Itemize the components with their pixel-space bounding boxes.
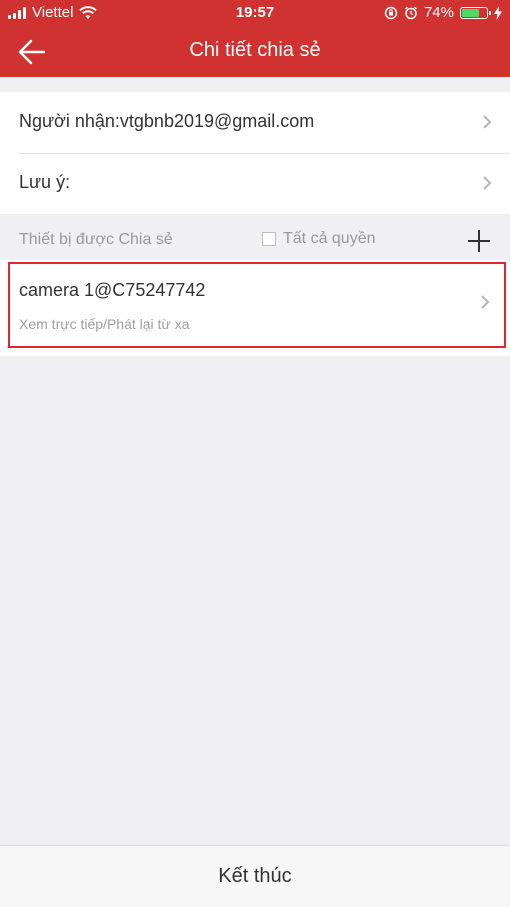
checkbox-icon[interactable] xyxy=(262,232,276,246)
recipient-label: Người nhận:vtgbnb2019@gmail.com xyxy=(19,111,315,131)
share-info-section: Người nhận:vtgbnb2019@gmail.com Lưu ý: xyxy=(0,92,510,214)
chevron-right-icon xyxy=(483,176,492,190)
recipient-row[interactable]: Người nhận:vtgbnb2019@gmail.com xyxy=(0,92,510,153)
all-permissions-label: Tất cả quyền xyxy=(283,230,376,247)
device-list: camera 1@C75247742 Xem trực tiếp/Phát lạ… xyxy=(0,260,510,356)
plus-icon xyxy=(468,230,490,252)
battery-icon xyxy=(460,6,491,19)
battery-fill xyxy=(462,8,479,17)
devices-section-header: Thiết bị được Chia sẻ Tất cả quyền xyxy=(0,222,510,260)
devices-section-label: Thiết bị được Chia sẻ xyxy=(19,231,173,248)
page-title: Chi tiết chia sẻ xyxy=(189,39,321,61)
alarm-icon xyxy=(404,6,417,19)
all-permissions-checkbox[interactable]: Tất cả quyền xyxy=(262,230,376,248)
device-item[interactable]: camera 1@C75247742 Xem trực tiếp/Phát lạ… xyxy=(8,262,506,348)
device-permissions: Xem trực tiếp/Phát lại từ xa xyxy=(19,316,190,332)
device-name: camera 1@C75247742 xyxy=(19,280,206,300)
note-label: Lưu ý: xyxy=(19,172,71,192)
add-device-button[interactable] xyxy=(466,228,492,254)
battery-percent: 74% xyxy=(423,4,454,21)
finish-label: Kết thúc xyxy=(218,865,292,887)
app-header: Viettel 19:57 74% Chi tiết chia sẻ xyxy=(0,0,510,77)
chevron-right-icon xyxy=(483,115,492,129)
rotation-lock-icon xyxy=(384,6,398,19)
chevron-right-icon xyxy=(481,295,490,309)
status-bar: Viettel 19:57 74% xyxy=(0,0,510,26)
finish-button[interactable]: Kết thúc xyxy=(0,845,510,907)
charging-icon xyxy=(494,5,502,20)
note-row[interactable]: Lưu ý: xyxy=(0,153,510,214)
nav-bar: Chi tiết chia sẻ xyxy=(0,26,510,77)
status-right: 74% xyxy=(384,4,502,21)
